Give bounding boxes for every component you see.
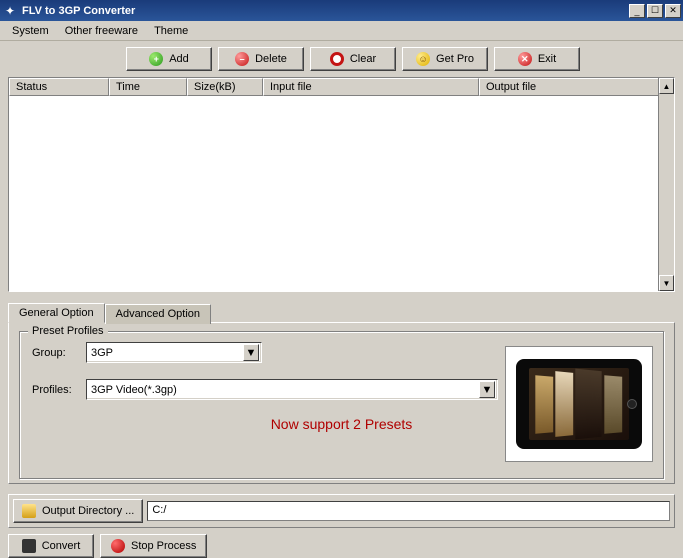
col-status[interactable]: Status	[9, 78, 109, 96]
delete-label: Delete	[255, 53, 287, 65]
list-header: Status Time Size(kB) Input file Output f…	[9, 78, 674, 96]
get-pro-button[interactable]: ☺ Get Pro	[402, 47, 488, 71]
clear-icon	[330, 52, 344, 66]
col-output[interactable]: Output file	[479, 78, 674, 96]
folder-icon	[22, 504, 36, 518]
vertical-scrollbar[interactable]: ▲ ▼	[658, 78, 674, 291]
file-list: Status Time Size(kB) Input file Output f…	[8, 77, 675, 292]
group-label: Group:	[32, 347, 80, 359]
clear-button[interactable]: Clear	[310, 47, 396, 71]
maximize-button[interactable]: ☐	[647, 4, 663, 18]
tab-strip: General Option Advanced Option	[8, 302, 675, 322]
plus-icon: +	[149, 52, 163, 66]
output-dir-label: Output Directory ...	[42, 505, 134, 517]
add-button[interactable]: + Add	[126, 47, 212, 71]
col-time[interactable]: Time	[109, 78, 187, 96]
menu-theme[interactable]: Theme	[146, 23, 196, 39]
profiles-label: Profiles:	[32, 384, 80, 396]
clear-label: Clear	[350, 53, 376, 65]
output-directory-input[interactable]: C:/	[147, 501, 670, 521]
menu-system[interactable]: System	[4, 23, 57, 39]
col-size[interactable]: Size(kB)	[187, 78, 263, 96]
list-body[interactable]	[9, 96, 674, 291]
device-icon	[516, 359, 642, 449]
group-value: 3GP	[91, 347, 243, 359]
title-bar: ✦ FLV to 3GP Converter _ ☐ ✕	[0, 0, 683, 21]
toolbar: + Add – Delete Clear ☺ Get Pro ✕ Exit	[0, 41, 683, 77]
menu-other-freeware[interactable]: Other freeware	[57, 23, 146, 39]
action-button-row: Convert Stop Process	[8, 534, 675, 558]
stop-icon	[111, 539, 125, 553]
preset-legend: Preset Profiles	[28, 325, 108, 337]
general-option-panel: Preset Profiles Group: 3GP ▼ Profiles: 3…	[8, 322, 675, 484]
col-input[interactable]: Input file	[263, 78, 479, 96]
output-directory-button[interactable]: Output Directory ...	[13, 499, 143, 523]
preset-profiles-group: Preset Profiles Group: 3GP ▼ Profiles: 3…	[19, 331, 664, 479]
tab-general-option[interactable]: General Option	[8, 303, 105, 323]
delete-button[interactable]: – Delete	[218, 47, 304, 71]
preview-image	[505, 346, 653, 462]
stop-process-button[interactable]: Stop Process	[100, 534, 207, 558]
scroll-down-icon[interactable]: ▼	[659, 275, 674, 291]
exit-button[interactable]: ✕ Exit	[494, 47, 580, 71]
chevron-down-icon[interactable]: ▼	[479, 381, 495, 398]
minus-icon: –	[235, 52, 249, 66]
convert-label: Convert	[42, 540, 81, 552]
group-combo[interactable]: 3GP ▼	[86, 342, 262, 363]
output-path-value: C:/	[152, 504, 166, 516]
add-label: Add	[169, 53, 189, 65]
convert-button[interactable]: Convert	[8, 534, 94, 558]
tab-advanced-option[interactable]: Advanced Option	[105, 304, 211, 324]
scroll-up-icon[interactable]: ▲	[659, 78, 674, 94]
profiles-value: 3GP Video(*.3gp)	[91, 384, 479, 396]
minimize-button[interactable]: _	[629, 4, 645, 18]
output-directory-row: Output Directory ... C:/	[8, 494, 675, 528]
stop-label: Stop Process	[131, 540, 196, 552]
getpro-label: Get Pro	[436, 53, 474, 65]
window-title: FLV to 3GP Converter	[22, 5, 135, 17]
smiley-icon: ☺	[416, 52, 430, 66]
close-icon: ✕	[518, 52, 532, 66]
chevron-down-icon[interactable]: ▼	[243, 344, 259, 361]
app-icon: ✦	[2, 3, 18, 19]
close-button[interactable]: ✕	[665, 4, 681, 18]
exit-label: Exit	[538, 53, 556, 65]
menu-bar: System Other freeware Theme	[0, 21, 683, 41]
profiles-combo[interactable]: 3GP Video(*.3gp) ▼	[86, 379, 498, 400]
film-icon	[22, 539, 36, 553]
